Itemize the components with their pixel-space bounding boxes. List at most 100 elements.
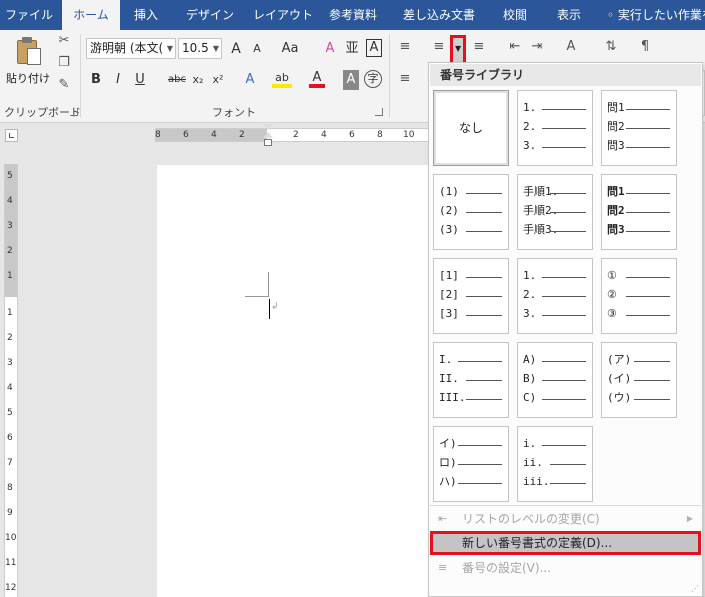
- ruler-label: 10: [5, 533, 17, 543]
- numbering-sample-label: (1): [439, 185, 459, 198]
- numbering-sample-label: i.: [523, 437, 537, 450]
- numbering-format-option[interactable]: (1) (2) (3): [433, 174, 509, 250]
- numbering-format-option[interactable]: 問1 問2 問3: [601, 174, 677, 250]
- chevron-right-icon: ▶: [686, 514, 693, 523]
- paragraph-mark-icon: ↲: [271, 302, 279, 312]
- numbering-format-option[interactable]: ① ② ③: [601, 258, 677, 334]
- highlight-button[interactable]: ab: [272, 68, 292, 88]
- numbering-sample-line: [550, 464, 586, 465]
- horizontal-ruler[interactable]: 8 6 4 2 2 4 6 8 10: [155, 128, 428, 142]
- text-effects-button[interactable]: A: [242, 70, 258, 90]
- tab-mailings[interactable]: 差し込み文書: [396, 0, 482, 30]
- ruler-label: 7: [7, 458, 13, 468]
- group-divider: [80, 34, 81, 118]
- asian-layout-icon[interactable]: A: [562, 38, 580, 56]
- numbering-dropdown-arrow[interactable]: ▼: [450, 35, 466, 65]
- clear-formatting-button[interactable]: A: [322, 39, 338, 59]
- tell-me-search[interactable]: ◦ 実行したい作業を: [607, 0, 705, 30]
- numbering-format-option[interactable]: A) B) C): [517, 342, 593, 418]
- ruler-label: 4: [211, 130, 217, 140]
- tab-file[interactable]: ファイル: [0, 0, 58, 30]
- tab-selector[interactable]: [5, 129, 18, 142]
- numbering-sample-label: B): [523, 372, 537, 385]
- define-new-number-format-label: 新しい番号書式の定義(D)...: [462, 536, 613, 550]
- numbering-icon[interactable]: ≡: [430, 38, 448, 56]
- format-painter-icon[interactable]: ✎: [55, 76, 73, 94]
- numbering-sample-line: [626, 315, 670, 316]
- numbering-sample-line: [626, 109, 670, 110]
- ruler-label: 4: [321, 130, 327, 140]
- numbering-sample-label: [1]: [439, 269, 459, 282]
- shrink-font-button[interactable]: A: [250, 39, 264, 59]
- numbering-sample-line: [634, 380, 670, 381]
- vertical-ruler[interactable]: 5 4 3 2 1 1 2 3 4 5 6 7 8 9 10 11 12: [4, 164, 18, 597]
- tab-view[interactable]: 表示: [548, 0, 590, 30]
- numbering-none-option[interactable]: なし: [433, 90, 509, 166]
- tab-design[interactable]: デザイン: [178, 0, 242, 30]
- sort-icon[interactable]: ⇅: [602, 38, 620, 56]
- tab-review[interactable]: 校閲: [494, 0, 536, 30]
- bold-button[interactable]: B: [88, 70, 104, 90]
- font-name-select[interactable]: 游明朝 (本文( ▼: [86, 38, 176, 59]
- tab-insert[interactable]: 挿入: [124, 0, 168, 30]
- numbering-format-option[interactable]: I. II. III.: [433, 342, 509, 418]
- ruler-label: 8: [7, 483, 13, 493]
- numbering-sample-line: [550, 212, 586, 213]
- underline-button[interactable]: U: [132, 70, 148, 90]
- numbering-sample-label: (イ): [607, 372, 632, 385]
- tab-references[interactable]: 参考資料: [322, 0, 384, 30]
- numbering-format-option[interactable]: 1. 2. 3.: [517, 90, 593, 166]
- font-launcher-icon[interactable]: [375, 108, 383, 116]
- change-list-level-item[interactable]: ⇤ リストのレベルの変更(C) ▶: [430, 507, 701, 531]
- strikethrough-button[interactable]: abc: [166, 70, 188, 90]
- tab-home[interactable]: ホーム: [62, 0, 120, 30]
- set-numbering-value-item[interactable]: ≡ 番号の設定(V)...: [430, 556, 701, 580]
- font-color-button[interactable]: A: [309, 68, 325, 88]
- copy-icon[interactable]: ❐: [55, 54, 73, 72]
- cut-icon[interactable]: ✂: [55, 32, 73, 50]
- ruler-label: 4: [7, 383, 13, 393]
- numbering-sample-line: [466, 399, 502, 400]
- indent-marker[interactable]: [263, 124, 273, 148]
- align-left-icon[interactable]: ≡: [396, 70, 414, 88]
- bullets-icon[interactable]: ≡: [396, 38, 414, 56]
- italic-button[interactable]: I: [110, 70, 126, 90]
- paste-icon[interactable]: [14, 36, 44, 66]
- phonetic-guide-button[interactable]: 亚: [344, 39, 360, 59]
- numbering-format-option[interactable]: i. ii. iii.: [517, 426, 593, 502]
- numbering-sample-label: 問1: [607, 185, 625, 198]
- change-case-button[interactable]: Aa: [278, 39, 302, 59]
- increase-indent-icon[interactable]: ⇥: [528, 38, 546, 56]
- numbering-sample-line: [466, 277, 502, 278]
- numbering-format-option[interactable]: イ) ロ) ハ): [433, 426, 509, 502]
- enclose-characters-button[interactable]: 字: [364, 70, 382, 88]
- ruler-label: 2: [7, 246, 13, 256]
- numbering-sample-label: 問2: [607, 204, 625, 217]
- clipboard-launcher-icon[interactable]: [70, 108, 78, 116]
- ruler-label: 1: [7, 308, 13, 318]
- paste-button-label[interactable]: 貼り付け: [6, 70, 50, 86]
- numbering-format-option[interactable]: 手順1. 手順2. 手順3.: [517, 174, 593, 250]
- multilevel-list-icon[interactable]: ≡: [470, 38, 488, 56]
- document-page[interactable]: [157, 165, 429, 597]
- numbering-format-option[interactable]: [1] [2] [3]: [433, 258, 509, 334]
- numbering-sample-label: 手順1.: [523, 185, 559, 198]
- grow-font-button[interactable]: A: [228, 39, 244, 59]
- ruler-label: 4: [7, 196, 13, 206]
- numbering-format-option[interactable]: 1. 2. 3.: [517, 258, 593, 334]
- resize-grip-icon[interactable]: ⋰: [691, 584, 699, 593]
- numbering-sample-line: [626, 147, 670, 148]
- font-size-value: 10.5: [182, 41, 209, 55]
- show-marks-icon[interactable]: ¶: [636, 38, 654, 56]
- character-border-button[interactable]: A: [366, 39, 382, 57]
- define-new-number-format-item[interactable]: 新しい番号書式の定義(D)...: [430, 531, 701, 555]
- numbering-format-option[interactable]: (ア) (イ) (ウ): [601, 342, 677, 418]
- subscript-button[interactable]: x₂: [190, 70, 206, 90]
- numbering-format-option[interactable]: 問1 問2 問3: [601, 90, 677, 166]
- character-shading-button[interactable]: A: [343, 70, 359, 90]
- superscript-button[interactable]: x²: [210, 70, 226, 90]
- decrease-indent-icon[interactable]: ⇤: [506, 38, 524, 56]
- tab-layout[interactable]: レイアウト: [248, 0, 318, 30]
- font-size-select[interactable]: 10.5 ▼: [178, 38, 222, 59]
- numbering-library-header: 番号ライブラリ: [430, 64, 701, 86]
